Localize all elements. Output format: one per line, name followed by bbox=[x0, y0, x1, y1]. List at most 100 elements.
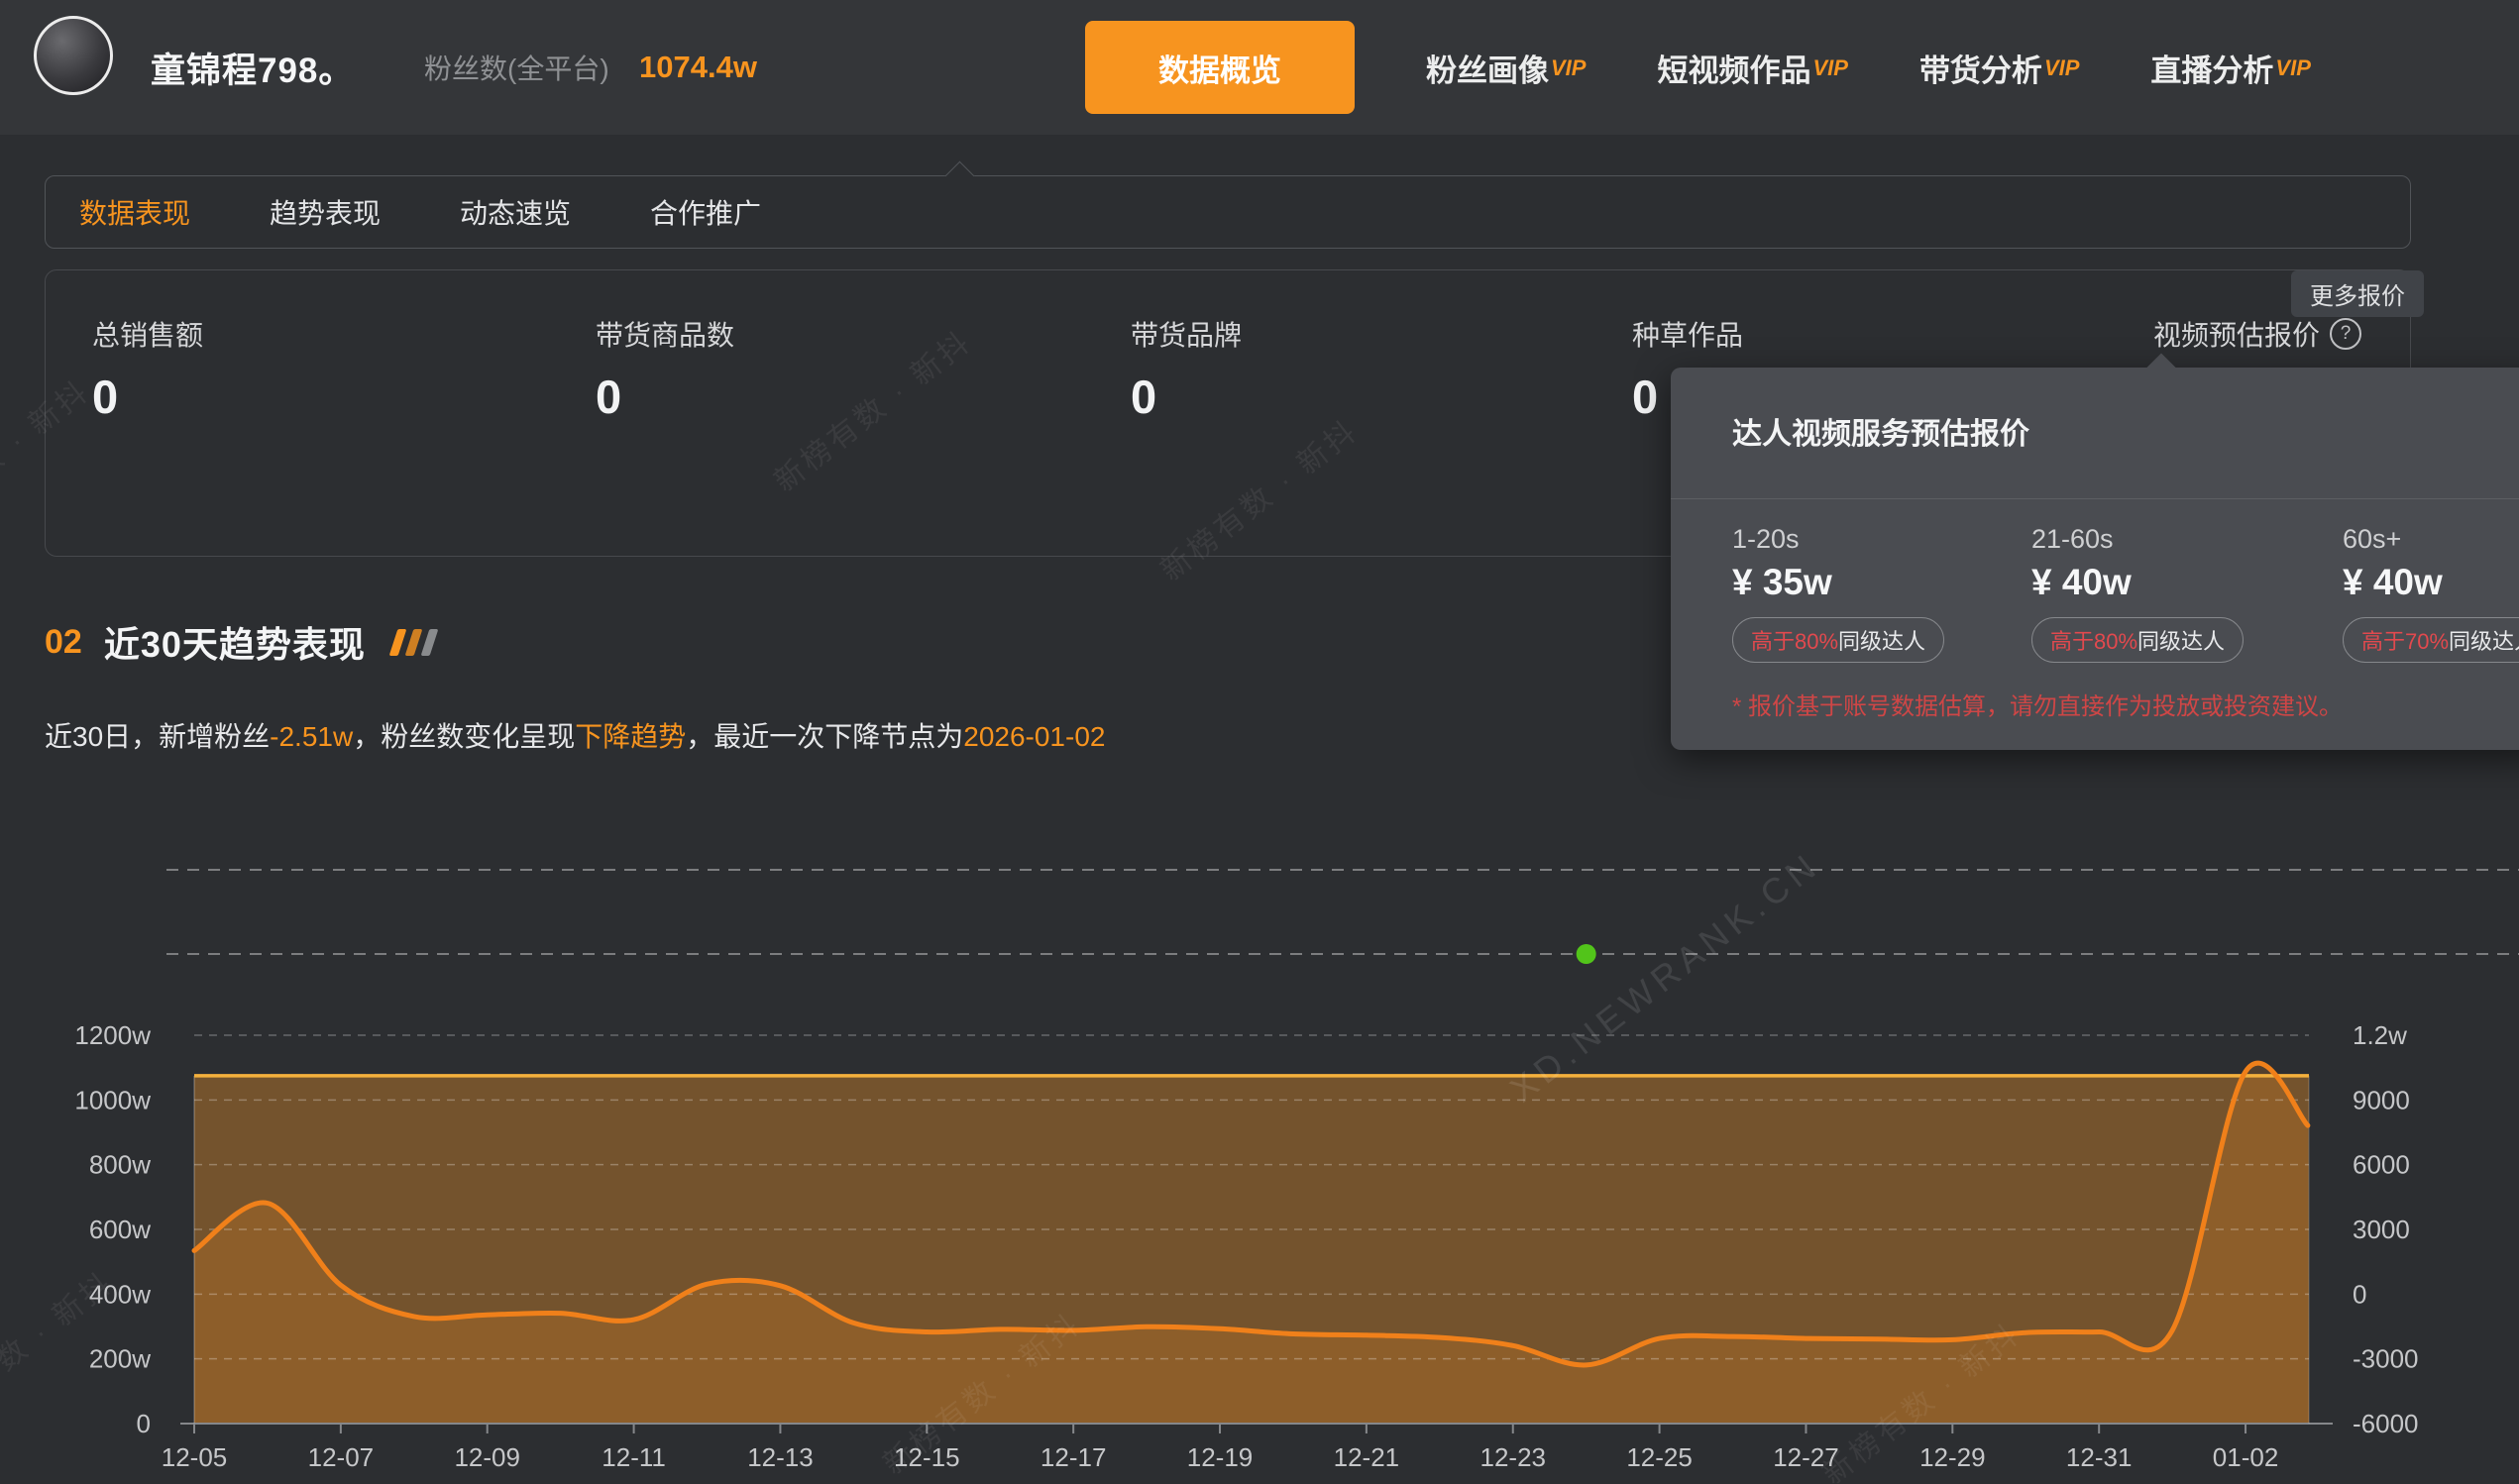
badge-text: 同级达人 bbox=[2449, 629, 2519, 654]
summary-text: ，最近一次下降节点为 bbox=[686, 721, 964, 752]
fans-count-value: 1074.4w bbox=[639, 50, 757, 84]
stat-value: 0 bbox=[1131, 371, 1157, 423]
vip-badge: VIP bbox=[1812, 54, 1848, 80]
quote-duration: 1-20s bbox=[1732, 524, 1800, 554]
account-name: 童锦程798。 bbox=[151, 51, 355, 90]
summary-text: ，粉丝数变化呈现 bbox=[353, 721, 576, 752]
badge-highlight: 高于70% bbox=[2361, 629, 2450, 654]
x-axis-tick: 12-17 bbox=[1040, 1442, 1107, 1472]
trend-chart-canvas: 1200w 1.2w 1000w 9000 800w 6000 600w 3000 400w 0 2… bbox=[74, 869, 2519, 1472]
stat-value: 0 bbox=[92, 371, 119, 423]
left-axis-tick: 800w bbox=[89, 1150, 151, 1180]
x-axis-tick: 12-21 bbox=[1334, 1442, 1400, 1472]
badge-text: 同级达人 bbox=[1838, 629, 1926, 654]
fans-count-label: 粉丝数(全平台) bbox=[424, 53, 609, 84]
right-axis-tick: 9000 bbox=[2353, 1085, 2410, 1114]
left-axis-tick: 1000w bbox=[74, 1085, 151, 1114]
subtab-cooperation[interactable]: 合作推广 bbox=[650, 192, 761, 232]
more-quote-button[interactable]: 更多报价 bbox=[2291, 270, 2424, 317]
popup-divider bbox=[1671, 498, 2519, 499]
x-axis-tick: 12-11 bbox=[602, 1442, 666, 1472]
x-axis-tick: 01-02 bbox=[2213, 1442, 2279, 1472]
section-title: 近30天趋势表现 bbox=[103, 624, 366, 665]
summary-text: 近30日，新增粉丝 bbox=[45, 721, 271, 752]
section-number: 02 bbox=[45, 622, 82, 661]
x-axis-tick: 12-29 bbox=[1919, 1442, 1986, 1472]
quote-duration: 21-60s bbox=[2031, 524, 2114, 554]
tab-label: 粉丝画像 bbox=[1426, 53, 1549, 88]
vip-badge: VIP bbox=[2275, 54, 2311, 80]
quote-price: ¥ 35w bbox=[1732, 562, 1832, 602]
x-axis-tick: 12-23 bbox=[1479, 1442, 1546, 1472]
summary-trend-word: 下降趋势 bbox=[575, 721, 687, 752]
left-axis-tick: 0 bbox=[137, 1409, 151, 1438]
x-axis-tick: 12-31 bbox=[2066, 1442, 2133, 1472]
tab-fans-portrait[interactable]: 粉丝画像VIP bbox=[1426, 46, 1586, 90]
tab-ecommerce-analysis[interactable]: 带货分析VIP bbox=[1919, 46, 2079, 90]
stat-label: 带货商品数 bbox=[596, 320, 735, 351]
avatar[interactable] bbox=[34, 16, 113, 95]
tab-short-video[interactable]: 短视频作品VIP bbox=[1657, 46, 1847, 90]
help-icon[interactable]: ? bbox=[2330, 318, 2362, 350]
top-header: 童锦程798。 粉丝数(全平台) 1074.4w 数据概览 粉丝画像VIP 短视… bbox=[0, 0, 2519, 135]
x-axis-tick: 12-05 bbox=[162, 1442, 228, 1472]
vip-badge: VIP bbox=[1551, 54, 1587, 80]
trend-chart: 直播 作品 1200w1.2w1000w9000800w6000600w3000… bbox=[0, 850, 2519, 1484]
section-bars-icon bbox=[388, 628, 439, 656]
quote-badge: 高于70%同级达人 bbox=[2343, 617, 2519, 663]
x-axis-tick: 12-15 bbox=[894, 1442, 960, 1472]
section-heading: 02 近30天趋势表现 bbox=[45, 616, 439, 668]
stat-label: 带货品牌 bbox=[1131, 320, 1243, 351]
right-axis-tick: 1.2w bbox=[2353, 1020, 2407, 1050]
x-axis-tick: 12-19 bbox=[1187, 1442, 1254, 1472]
badge-highlight: 高于80% bbox=[2050, 629, 2138, 654]
trend-summary: 近30日，新增粉丝-2.51w，粉丝数变化呈现下降趋势，最近一次下降节点为202… bbox=[45, 715, 1105, 755]
quote-disclaimer: * 报价基于账号数据估算，请勿直接作为投放或投资建议。 bbox=[1732, 693, 2344, 720]
stat-label: 视频预估报价 ? bbox=[2153, 314, 2362, 354]
left-axis-tick: 600w bbox=[89, 1215, 151, 1244]
video-quote-popup: 达人视频服务预估报价 1-20s ¥ 35w 高于80%同级达人 21-60s … bbox=[1671, 353, 2519, 750]
left-axis-tick: 400w bbox=[89, 1279, 151, 1309]
popup-title: 达人视频服务预估报价 bbox=[1732, 418, 2029, 451]
right-axis-tick: 6000 bbox=[2353, 1150, 2410, 1180]
x-axis-tick: 12-27 bbox=[1773, 1442, 1839, 1472]
tab-label: 数据概览 bbox=[1158, 53, 1281, 88]
x-axis-tick: 12-09 bbox=[454, 1442, 520, 1472]
x-axis-tick: 12-07 bbox=[308, 1442, 375, 1472]
tab-label: 短视频作品 bbox=[1657, 53, 1811, 88]
tab-live-analysis[interactable]: 直播分析VIP bbox=[2150, 46, 2310, 90]
x-axis-tick: 12-13 bbox=[747, 1442, 814, 1472]
subtab-bar: 数据表现 趋势表现 动态速览 合作推广 bbox=[45, 175, 2411, 249]
stat-value: 0 bbox=[1632, 371, 1659, 423]
quote-badge: 高于80%同级达人 bbox=[1732, 617, 1945, 663]
left-axis-tick: 1200w bbox=[74, 1020, 151, 1050]
subtab-data-performance[interactable]: 数据表现 bbox=[79, 192, 190, 232]
badge-highlight: 高于80% bbox=[1751, 629, 1839, 654]
badge-text: 同级达人 bbox=[2137, 629, 2226, 654]
tab-label: 带货分析 bbox=[1918, 53, 2042, 88]
quote-price: ¥ 40w bbox=[2031, 562, 2132, 602]
works-event-dot[interactable] bbox=[1576, 944, 1596, 964]
stat-label: 总销售额 bbox=[92, 320, 204, 351]
stat-label: 种草作品 bbox=[1632, 320, 1744, 351]
stat-label-text: 视频预估报价 bbox=[2153, 320, 2321, 351]
main-nav: 数据概览 粉丝画像VIP 短视频作品VIP 带货分析VIP 直播分析VIP bbox=[1085, 0, 2311, 135]
quote-duration: 60s+ bbox=[2343, 524, 2402, 554]
x-axis-tick: 12-25 bbox=[1626, 1442, 1693, 1472]
quote-badge: 高于80%同级达人 bbox=[2031, 617, 2245, 663]
quote-price: ¥ 40w bbox=[2343, 562, 2443, 602]
stat-value: 0 bbox=[596, 371, 622, 423]
tab-label: 直播分析 bbox=[2150, 53, 2274, 88]
right-axis-tick: -6000 bbox=[2353, 1409, 2419, 1438]
right-axis-tick: -3000 bbox=[2353, 1344, 2419, 1374]
tab-data-overview[interactable]: 数据概览 bbox=[1085, 21, 1355, 114]
summary-drop-date: 2026-01-02 bbox=[963, 721, 1106, 752]
right-axis-tick: 3000 bbox=[2353, 1215, 2410, 1244]
left-axis-tick: 200w bbox=[89, 1344, 151, 1374]
dashboard-page: 童锦程798。 粉丝数(全平台) 1074.4w 数据概览 粉丝画像VIP 短视… bbox=[0, 0, 2519, 1484]
subtab-dynamic-overview[interactable]: 动态速览 bbox=[460, 192, 571, 232]
right-axis-tick: 0 bbox=[2353, 1279, 2366, 1309]
vip-badge: VIP bbox=[2043, 54, 2080, 80]
summary-new-fans: -2.51w bbox=[270, 721, 354, 752]
subtab-trend-performance[interactable]: 趋势表现 bbox=[270, 192, 381, 232]
